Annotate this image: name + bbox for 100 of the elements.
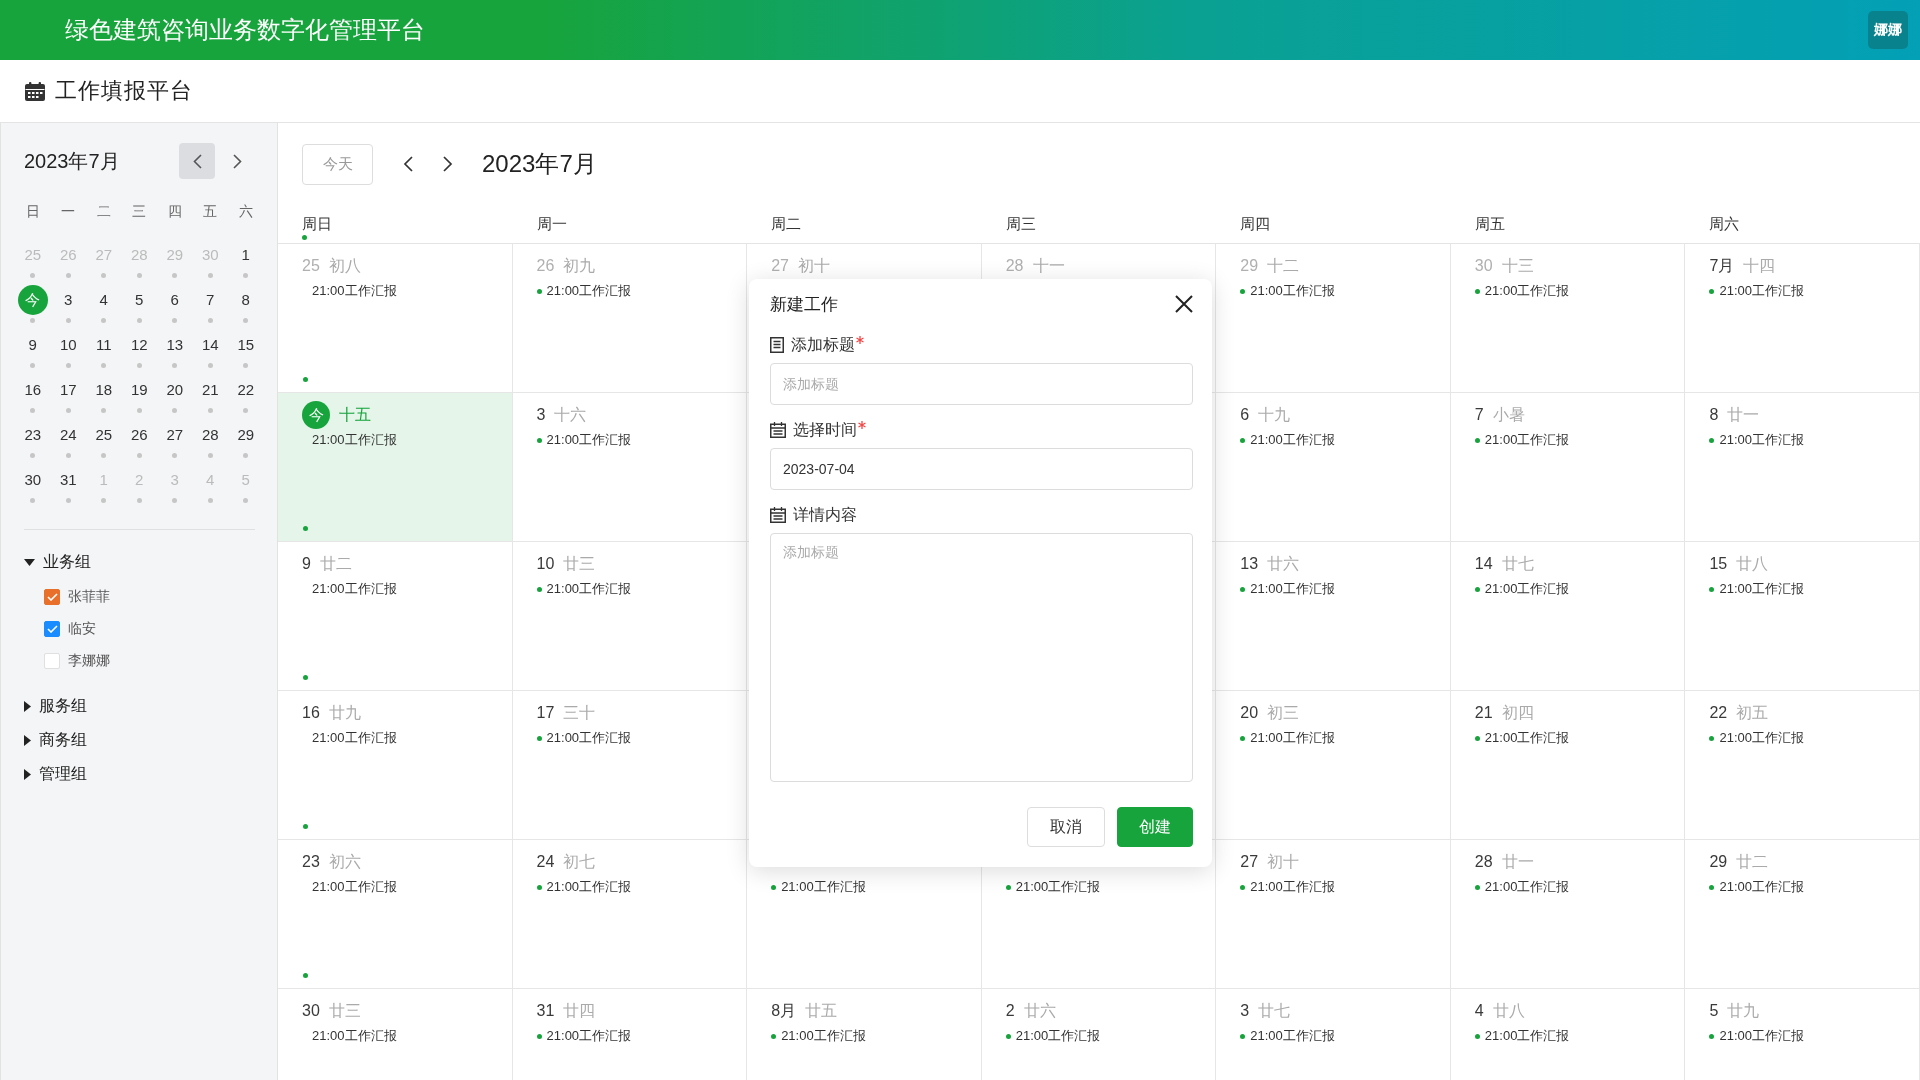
event-label[interactable]: 21:00工作汇报 [312,878,397,896]
date-number[interactable]: 24 [57,420,79,450]
chevron-right-icon[interactable] [232,153,242,169]
event-label[interactable]: 21:00工作汇报 [1250,282,1335,300]
date-number[interactable]: 12 [128,330,150,360]
event-label[interactable]: 21:00工作汇报 [1719,1027,1804,1045]
date-number[interactable]: 21 [199,375,221,405]
weekday-label: 四 [166,202,183,221]
group-label[interactable]: 业务组 [43,551,91,573]
date-number[interactable]: 26 [128,420,150,450]
event-label[interactable]: 21:00工作汇报 [1719,580,1804,598]
event-label[interactable]: 21:00工作汇报 [312,431,397,449]
text-input[interactable]: 添加标题 [770,363,1193,405]
event-label[interactable]: 21:00工作汇报 [1484,431,1570,449]
date-number[interactable]: 10 [57,330,79,360]
date-number[interactable]: 13 [164,330,186,360]
date-number[interactable]: 19 [128,375,150,405]
event-label[interactable]: 21:00工作汇报 [1015,878,1101,896]
day-number: 22 [1709,704,1728,722]
caret-right-icon[interactable] [24,734,31,746]
lunar-date: 廿八 [1736,553,1769,574]
event-label[interactable]: 21:00工作汇报 [312,1027,397,1045]
event-label[interactable]: 21:00工作汇报 [546,282,632,300]
event-label[interactable]: 21:00工作汇报 [1250,729,1335,747]
event-label[interactable]: 21:00工作汇报 [546,878,632,896]
event-label[interactable]: 21:00工作汇报 [1719,431,1804,449]
event-label[interactable]: 21:00工作汇报 [546,431,632,449]
event-label[interactable]: 21:00工作汇报 [546,729,632,747]
date-number[interactable]: 17 [57,375,79,405]
date-number[interactable]: 14 [199,330,221,360]
caret-down-icon[interactable] [24,558,35,566]
details-textarea[interactable]: 添加标题 [770,533,1193,782]
group-label[interactable]: 服务组 [39,695,87,717]
date-number[interactable]: 31 [57,465,79,495]
date-number[interactable]: 8 [239,285,252,315]
calendar-icon [770,422,786,438]
day-number: 28 [1005,257,1024,275]
lunar-date: 三十 [563,702,596,723]
group-label[interactable]: 管理组 [39,763,87,785]
prev-month-button[interactable] [179,143,215,179]
date-number[interactable]: 25 [93,420,115,450]
event-label[interactable]: 21:00工作汇报 [1484,878,1570,896]
event-label[interactable]: 21:00工作汇报 [312,282,397,300]
event-label[interactable]: 21:00工作汇报 [1484,729,1570,747]
event-label[interactable]: 21:00工作汇报 [312,729,397,747]
caret-right-icon[interactable] [24,768,31,780]
date-number[interactable]: 29 [235,420,257,450]
user-avatar[interactable]: 娜娜 [1868,11,1908,49]
date-number[interactable]: 16 [22,375,44,405]
date-number[interactable]: 15 [235,330,257,360]
date-number[interactable]: 23 [22,420,44,450]
checkbox[interactable] [44,589,60,605]
chevron-left-icon[interactable] [403,156,413,172]
date-number[interactable]: 4 [97,285,110,315]
date-number[interactable]: 30 [22,465,44,495]
event-label[interactable]: 21:00工作汇报 [1015,1027,1101,1045]
date-number[interactable]: 27 [164,420,186,450]
event-label[interactable]: 21:00工作汇报 [546,580,632,598]
event-label[interactable]: 21:00工作汇报 [312,580,397,598]
date-number[interactable]: 20 [164,375,186,405]
chevron-right-icon[interactable] [443,156,453,172]
today-cell[interactable]: 今 十五 21:00工作汇报 [278,393,513,542]
cancel-button[interactable]: 取消 [1027,807,1105,847]
date-number[interactable]: 11 [93,330,114,360]
event-label[interactable]: 21:00工作汇报 [1250,1027,1335,1045]
checkbox[interactable] [44,621,60,637]
event-label[interactable]: 21:00工作汇报 [1250,878,1335,896]
date-number[interactable]: 6 [168,285,181,315]
field-label: 详情内容 [793,504,857,525]
event-label[interactable]: 21:00工作汇报 [546,1027,632,1045]
group-label[interactable]: 商务组 [39,729,87,751]
event-dot-icon [136,408,142,413]
close-icon[interactable] [1175,295,1193,313]
date-number[interactable]: 18 [93,375,115,405]
event-label[interactable]: 21:00工作汇报 [1719,878,1804,896]
event-label[interactable]: 21:00工作汇报 [1484,580,1570,598]
date-number[interactable]: 5 [133,285,146,315]
date-number[interactable]: 7 [204,285,217,315]
date-input[interactable]: 2023-07-04 [770,448,1193,490]
date-number[interactable]: 28 [199,420,221,450]
event-dot-icon [1709,437,1715,443]
event-label[interactable]: 21:00工作汇报 [1250,431,1335,449]
event-dot-icon [1005,1033,1011,1039]
date-number[interactable]: 22 [235,375,257,405]
chevron-left-icon[interactable] [192,153,202,169]
date-number[interactable]: 3 [62,285,75,315]
event-label[interactable]: 21:00工作汇报 [1484,282,1570,300]
event-label[interactable]: 21:00工作汇报 [781,878,866,896]
lunar-date: 十九 [1258,404,1291,425]
date-number[interactable]: 1 [239,240,252,270]
caret-right-icon[interactable] [24,700,31,712]
lunar-date: 初六 [328,851,361,872]
event-label[interactable]: 21:00工作汇报 [1719,282,1804,300]
event-label[interactable]: 21:00工作汇报 [1484,1027,1570,1045]
event-label[interactable]: 21:00工作汇报 [781,1027,866,1045]
event-label[interactable]: 21:00工作汇报 [1719,729,1804,747]
event-dot-icon [1474,1033,1480,1039]
event-dot-icon [771,884,777,890]
event-label[interactable]: 21:00工作汇报 [1250,580,1335,598]
date-number[interactable]: 9 [26,330,39,360]
